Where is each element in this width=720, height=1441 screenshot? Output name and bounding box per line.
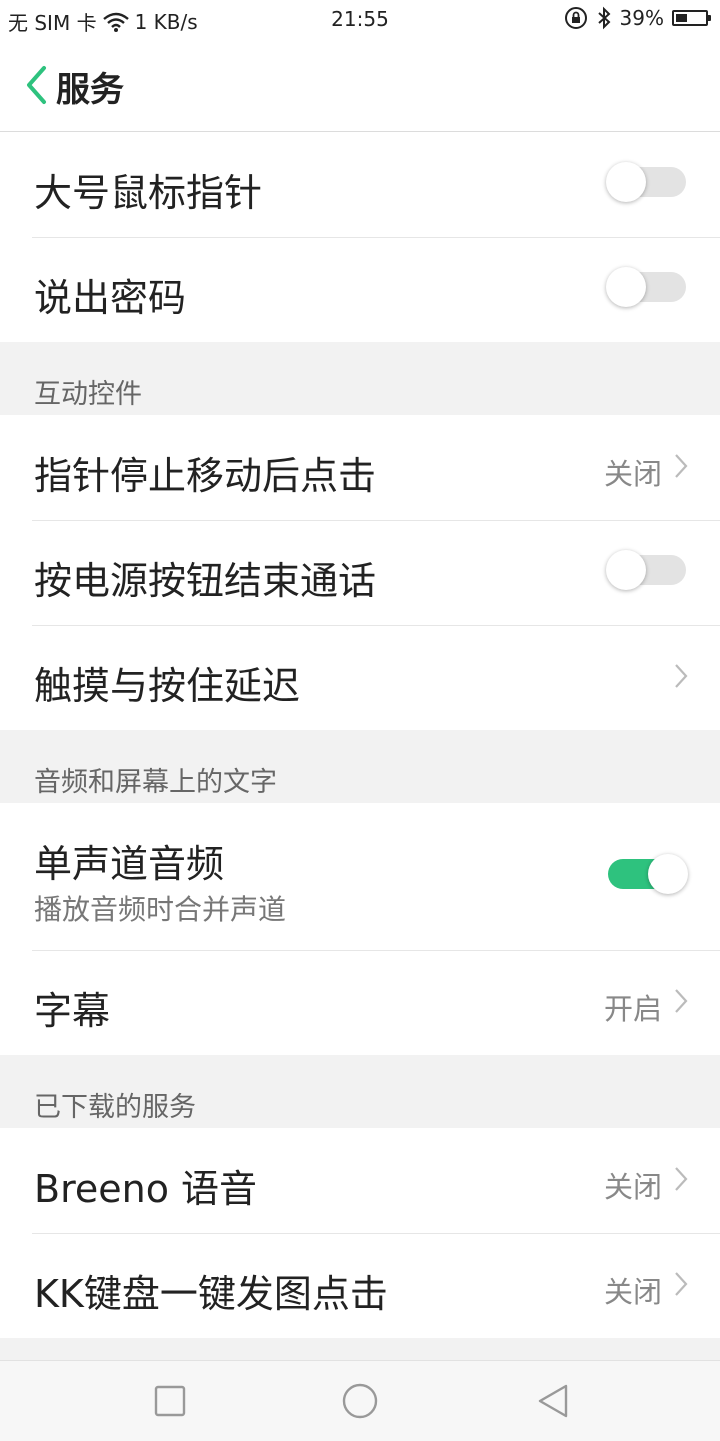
- switch-knob: [648, 854, 688, 894]
- toggle-switch[interactable]: [608, 854, 688, 894]
- section-header: 音频和屏幕上的文字: [0, 730, 720, 803]
- setting-subtitle: 播放音频时合并声道: [34, 893, 287, 926]
- setting-value: 关闭: [603, 457, 662, 491]
- home-button[interactable]: [340, 1381, 380, 1421]
- battery-percent: 39%: [619, 6, 664, 30]
- battery-icon: [672, 10, 711, 26]
- section-header: 互动控件: [0, 342, 720, 415]
- setting-power-ends-call[interactable]: 按电源按钮结束通话: [0, 520, 720, 625]
- setting-touch-hold-delay[interactable]: 触摸与按住延迟: [0, 625, 720, 730]
- settings-group: 指针停止移动后点击 关闭 按电源按钮结束通话 触摸与按住延迟: [0, 415, 720, 730]
- setting-title: 按电源按钮结束通话: [34, 559, 377, 603]
- status-bar: 无 SIM 卡 1 KB/s 21:55 39%: [0, 0, 720, 38]
- setting-kk-keyboard-click[interactable]: KK键盘一键发图点击 关闭: [0, 1233, 720, 1338]
- status-right: 39%: [564, 6, 711, 30]
- section-header: 已下载的服务: [0, 1055, 720, 1128]
- triangle-back-icon: [538, 1384, 568, 1418]
- settings-group: Breeno 语音 关闭 KK键盘一键发图点击 关闭: [0, 1128, 720, 1338]
- toggle-switch[interactable]: [606, 162, 686, 202]
- square-icon: [154, 1385, 186, 1417]
- chevron-right-icon: [675, 1272, 688, 1296]
- setting-title: 大号鼠标指针: [34, 171, 263, 215]
- setting-value: 关闭: [603, 1170, 662, 1204]
- switch-knob: [606, 550, 646, 590]
- back-button[interactable]: [16, 62, 56, 108]
- setting-large-mouse-pointer[interactable]: 大号鼠标指针: [0, 132, 720, 237]
- toggle-switch[interactable]: [606, 267, 686, 307]
- back-nav-button[interactable]: [533, 1381, 573, 1421]
- chevron-right-icon: [675, 1167, 688, 1191]
- setting-value: 关闭: [603, 1275, 662, 1309]
- setting-mono-audio[interactable]: 单声道音频 播放音频时合并声道: [0, 803, 720, 950]
- circle-icon: [342, 1383, 378, 1419]
- setting-title: 单声道音频: [34, 842, 225, 886]
- setting-title: KK键盘一键发图点击: [34, 1272, 388, 1316]
- setting-title: 触摸与按住延迟: [34, 664, 301, 708]
- setting-dwell-click[interactable]: 指针停止移动后点击 关闭: [0, 415, 720, 520]
- setting-title: Breeno 语音: [34, 1167, 258, 1211]
- switch-knob: [606, 267, 646, 307]
- chevron-right-icon: [675, 664, 688, 688]
- setting-title: 指针停止移动后点击: [34, 454, 377, 498]
- setting-breeno-voice[interactable]: Breeno 语音 关闭: [0, 1128, 720, 1233]
- setting-captions[interactable]: 字幕 开启: [0, 950, 720, 1055]
- page-title: 服务: [56, 70, 124, 110]
- toggle-switch[interactable]: [606, 550, 686, 590]
- switch-knob: [606, 162, 646, 202]
- setting-value: 开启: [603, 992, 662, 1026]
- chevron-left-icon: [27, 66, 46, 104]
- settings-list: 大号鼠标指针 说出密码 互动控件 指针停止移动后点击 关闭 按电源按钮结束通话 …: [0, 132, 720, 1362]
- battery-fill: [676, 14, 687, 22]
- bluetooth-icon: [597, 6, 610, 30]
- setting-title: 字幕: [34, 989, 111, 1033]
- chevron-right-icon: [675, 454, 688, 478]
- rotation-lock-icon: [564, 7, 587, 29]
- app-header: 服务: [0, 38, 720, 132]
- system-nav-bar: [0, 1360, 720, 1441]
- list-bottom-spacer: [0, 1338, 720, 1362]
- setting-title: 说出密码: [34, 276, 187, 320]
- settings-group: 单声道音频 播放音频时合并声道 字幕 开启: [0, 803, 720, 1055]
- recent-apps-button[interactable]: [150, 1381, 190, 1421]
- chevron-right-icon: [675, 989, 688, 1013]
- settings-group: 大号鼠标指针 说出密码: [0, 132, 720, 342]
- setting-speak-passwords[interactable]: 说出密码: [0, 237, 720, 342]
